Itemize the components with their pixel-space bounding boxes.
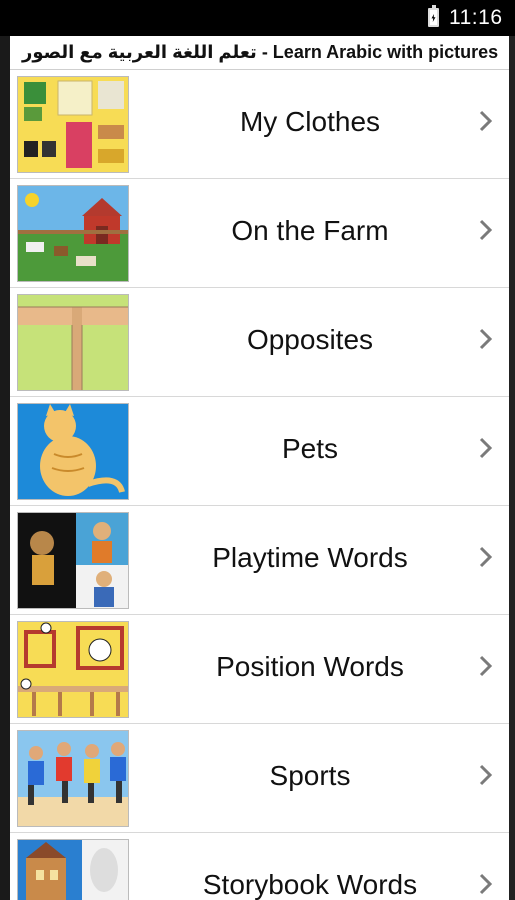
category-label: My Clothes xyxy=(239,106,381,137)
list-item[interactable]: Pets xyxy=(10,397,509,506)
category-label: Sports xyxy=(269,760,351,791)
list-item[interactable]: On the Farm xyxy=(10,179,509,288)
category-list[interactable]: My Clothes On the Farm Opposites Pets Pl… xyxy=(10,70,509,900)
opposites-thumbnail xyxy=(17,294,129,391)
list-item[interactable]: Position Words xyxy=(10,615,509,724)
app-window: تعلم اللغة العربية مع الصور - Learn Arab… xyxy=(0,36,515,900)
list-item[interactable]: Opposites xyxy=(10,288,509,397)
title-bar: تعلم اللغة العربية مع الصور - Learn Arab… xyxy=(10,36,509,70)
chevron-right-icon xyxy=(477,217,495,243)
chevron-right-icon xyxy=(477,762,495,788)
app-title: تعلم اللغة العربية مع الصور - Learn Arab… xyxy=(22,42,499,62)
status-time: 11:16 xyxy=(449,6,503,29)
position-thumbnail xyxy=(17,621,129,718)
list-item[interactable]: Playtime Words xyxy=(10,506,509,615)
list-item[interactable]: Sports xyxy=(10,724,509,833)
chevron-right-icon xyxy=(477,435,495,461)
category-label: Playtime Words xyxy=(212,542,408,573)
list-item[interactable]: Storybook Words xyxy=(10,833,509,900)
chevron-right-icon xyxy=(477,326,495,352)
category-label: On the Farm xyxy=(231,215,389,246)
category-label: Pets xyxy=(281,433,339,464)
chevron-right-icon xyxy=(477,108,495,134)
chevron-right-icon xyxy=(477,871,495,897)
farm-thumbnail xyxy=(17,185,129,282)
chevron-right-icon xyxy=(477,544,495,570)
storybook-thumbnail xyxy=(17,839,129,900)
cat-thumbnail xyxy=(17,403,129,500)
category-label: Opposites xyxy=(246,324,374,355)
category-label: Position Words xyxy=(216,651,404,682)
window-edge xyxy=(509,36,515,900)
category-label: Storybook Words xyxy=(202,869,418,900)
sports-thumbnail xyxy=(17,730,129,827)
chevron-right-icon xyxy=(477,653,495,679)
list-item[interactable]: My Clothes xyxy=(10,70,509,179)
status-bar: 11:16 xyxy=(0,0,515,36)
playtime-thumbnail xyxy=(17,512,129,609)
clothes-thumbnail xyxy=(17,76,129,173)
battery-charging-icon xyxy=(428,5,439,27)
